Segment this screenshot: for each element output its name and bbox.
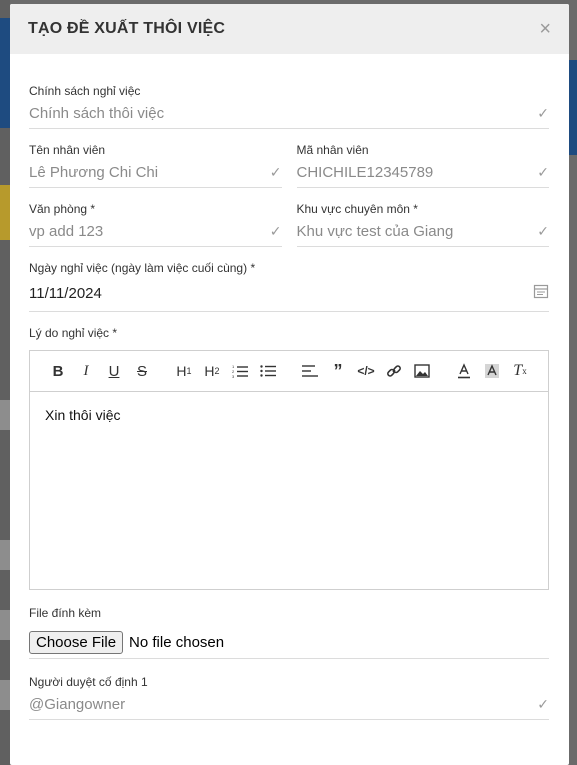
rich-text-editor[interactable]: B I U S H1 H2 123 ” </> T x Xin thôi việ… xyxy=(29,350,549,590)
file-status: No file chosen xyxy=(129,633,225,651)
image-icon[interactable] xyxy=(408,359,436,383)
area-value: Khu vực test của Giang xyxy=(296,222,454,240)
calendar-icon[interactable] xyxy=(533,283,549,303)
background-thumbnail xyxy=(0,400,10,430)
leave-date-field[interactable]: Ngày nghỉ việc (ngày làm việc cuối cùng)… xyxy=(29,261,549,312)
heading-2-icon[interactable]: H2 xyxy=(198,359,226,383)
check-icon: ✓ xyxy=(537,695,549,712)
text-color-icon[interactable] xyxy=(450,359,478,383)
underline-icon[interactable]: U xyxy=(100,359,128,383)
reason-label: Lý do nghỉ việc * xyxy=(29,326,118,340)
background-thumbnail xyxy=(0,610,10,640)
check-icon: ✓ xyxy=(537,163,549,180)
background-thumbnail xyxy=(0,540,10,570)
blockquote-icon[interactable]: ” xyxy=(324,359,352,383)
check-icon: ✓ xyxy=(537,104,549,121)
employee-code-input[interactable]: CHICHILE12345789 ✓ xyxy=(296,157,549,188)
area-select[interactable]: Khu vực test của Giang ✓ xyxy=(296,216,549,247)
approver-value: @Giangowner xyxy=(29,695,126,713)
background-color-icon[interactable] xyxy=(478,359,506,383)
editor-content[interactable]: Xin thôi việc xyxy=(30,392,548,438)
attachment-field: File đính kèm Choose File No file chosen xyxy=(29,606,549,659)
approver-select[interactable]: @Giangowner ✓ xyxy=(29,689,549,720)
choose-file-button[interactable]: Choose File xyxy=(29,630,124,654)
office-select[interactable]: vp add 123 ✓ xyxy=(29,216,282,247)
link-icon[interactable] xyxy=(380,359,408,383)
employee-name-label: Tên nhân viên xyxy=(29,143,106,157)
employee-row: Tên nhân viên Lê Phương Chi Chi ✓ Mã nhâ… xyxy=(29,143,549,188)
file-input[interactable]: Choose File No file chosen xyxy=(29,626,549,659)
svg-text:3: 3 xyxy=(232,374,235,378)
policy-value: Chính sách thôi việc xyxy=(29,104,165,122)
bold-icon[interactable]: B xyxy=(44,359,72,383)
employee-code-field[interactable]: Mã nhân viên CHICHILE12345789 ✓ xyxy=(296,143,549,188)
heading-1-icon[interactable]: H1 xyxy=(170,359,198,383)
check-icon: ✓ xyxy=(269,222,282,239)
attachment-label: File đính kèm xyxy=(29,606,102,620)
employee-name-select[interactable]: Lê Phương Chi Chi ✓ xyxy=(29,157,282,188)
bullet-list-icon[interactable] xyxy=(254,359,282,383)
policy-label: Chính sách nghỉ việc xyxy=(29,84,141,98)
strikethrough-icon[interactable]: S xyxy=(128,359,156,383)
modal-header: TẠO ĐỀ XUẤT THÔI VIỆC × xyxy=(10,4,569,54)
leave-date-input[interactable]: 11/11/2024 xyxy=(29,275,549,312)
modal-title: TẠO ĐỀ XUẤT THÔI VIỆC xyxy=(28,20,226,37)
policy-select[interactable]: Chính sách thôi việc ✓ xyxy=(29,98,549,129)
area-field[interactable]: Khu vực chuyên môn * Khu vực test của Gi… xyxy=(296,202,549,247)
policy-field[interactable]: Chính sách nghỉ việc Chính sách thôi việ… xyxy=(29,84,549,129)
italic-icon[interactable]: I xyxy=(72,359,100,383)
approver-label: Người duyệt cố định 1 xyxy=(29,675,148,689)
background-thumbnail xyxy=(0,680,10,710)
resignation-modal: TẠO ĐỀ XUẤT THÔI VIỆC × Chính sách nghỉ … xyxy=(10,4,569,765)
employee-name-field[interactable]: Tên nhân viên Lê Phương Chi Chi ✓ xyxy=(29,143,282,188)
office-value: vp add 123 xyxy=(29,222,104,240)
check-icon: ✓ xyxy=(537,222,549,239)
reason-field: Lý do nghỉ việc * B I U S H1 H2 123 ” </… xyxy=(29,326,549,590)
clear-format-icon[interactable]: Tx xyxy=(506,359,534,383)
code-icon[interactable]: </> xyxy=(352,359,380,383)
area-label: Khu vực chuyên môn * xyxy=(296,202,418,216)
editor-toolbar: B I U S H1 H2 123 ” </> T x xyxy=(30,351,548,392)
ordered-list-icon[interactable]: 123 xyxy=(226,359,254,383)
leave-date-label: Ngày nghỉ việc (ngày làm việc cuối cùng)… xyxy=(29,261,256,275)
office-field[interactable]: Văn phòng * vp add 123 ✓ xyxy=(29,202,282,247)
modal-body: Chính sách nghỉ việc Chính sách thôi việ… xyxy=(10,84,569,720)
leave-date-value: 11/11/2024 xyxy=(29,284,102,302)
close-icon[interactable]: × xyxy=(539,19,551,39)
background-thumbnail xyxy=(0,185,10,240)
check-icon: ✓ xyxy=(269,163,282,180)
office-row: Văn phòng * vp add 123 ✓ Khu vực chuyên … xyxy=(29,202,549,247)
align-icon[interactable] xyxy=(296,359,324,383)
employee-code-label: Mã nhân viên xyxy=(296,143,369,157)
employee-code-value: CHICHILE12345789 xyxy=(296,163,434,181)
office-label: Văn phòng * xyxy=(29,202,96,216)
employee-name-value: Lê Phương Chi Chi xyxy=(29,163,159,181)
approver-field[interactable]: Người duyệt cố định 1 @Giangowner ✓ xyxy=(29,675,549,720)
